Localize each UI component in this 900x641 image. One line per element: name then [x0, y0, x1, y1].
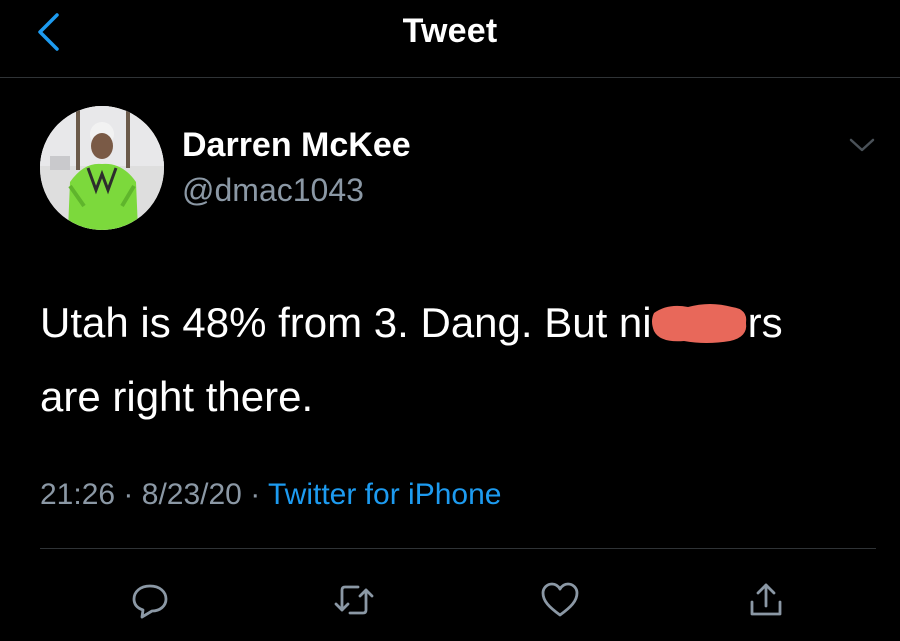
avatar[interactable] — [40, 106, 164, 230]
retweet-button[interactable] — [332, 580, 376, 620]
share-button[interactable] — [744, 580, 788, 620]
divider — [40, 548, 876, 549]
reply-icon — [132, 584, 168, 619]
tweet-metadata: 21:26 · 8/23/20 · Twitter for iPhone — [40, 478, 501, 512]
share-icon — [750, 583, 782, 616]
top-nav-bar: Tweet — [0, 0, 900, 78]
tweet-text: Utah is 48% from 3. Dang. But niggers ar… — [40, 286, 880, 434]
separator: · — [123, 478, 134, 511]
tweet-source-link[interactable]: Twitter for iPhone — [268, 478, 501, 511]
avatar-photo — [40, 106, 164, 230]
more-options-button[interactable] — [844, 130, 880, 160]
redaction-mark: gge — [651, 303, 748, 343]
like-button[interactable] — [538, 580, 582, 620]
user-handle[interactable]: @dmac1043 — [182, 172, 364, 209]
retweet-icon — [334, 585, 374, 615]
separator: · — [250, 478, 261, 511]
tweet-time: 21:26 — [40, 478, 116, 511]
tweet-text-part2: rs — [747, 299, 783, 346]
chevron-down-icon — [849, 138, 875, 152]
reply-button[interactable] — [128, 580, 172, 620]
like-icon — [541, 582, 579, 617]
tweet-date: 8/23/20 — [141, 478, 242, 511]
display-name[interactable]: Darren McKee — [182, 126, 411, 165]
page-title: Tweet — [402, 12, 498, 50]
tweet-text-part1: Utah is 48% from 3. Dang. But ni — [40, 299, 652, 346]
tweet-text-line2: are right there. — [40, 373, 314, 420]
